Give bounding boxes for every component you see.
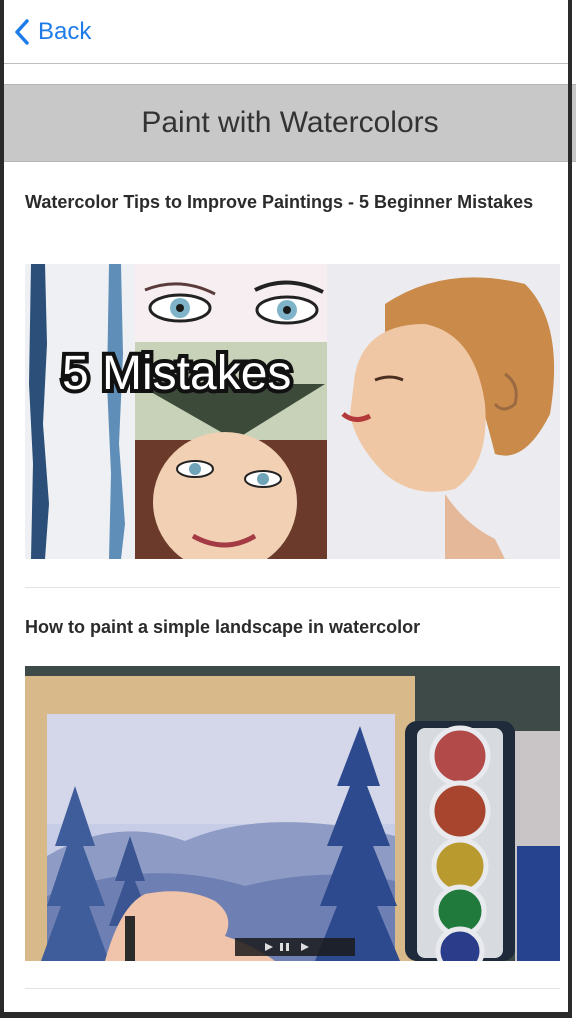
video-thumbnail[interactable]	[25, 666, 560, 961]
thumbnail-overlay-text: 5 Mistakes	[62, 347, 291, 400]
watercolor-landscape-thumbnail-image	[25, 666, 560, 961]
video-title[interactable]: How to paint a simple landscape in water…	[25, 616, 545, 638]
divider	[25, 988, 560, 989]
video-thumbnail[interactable]: 5 Mistakes 5 Mistakes	[25, 264, 560, 559]
page-title: Paint with Watercolors	[141, 106, 439, 139]
back-button[interactable]: Back	[14, 16, 91, 48]
video-title[interactable]: Watercolor Tips to Improve Paintings - 5…	[25, 191, 545, 213]
divider	[25, 587, 560, 588]
watercolor-mistakes-thumbnail-image: 5 Mistakes 5 Mistakes	[25, 264, 560, 559]
page-header: Paint with Watercolors	[4, 84, 576, 162]
chevron-left-icon	[15, 19, 29, 45]
back-label: Back	[38, 18, 92, 45]
navigation-bar: Back	[4, 0, 572, 64]
